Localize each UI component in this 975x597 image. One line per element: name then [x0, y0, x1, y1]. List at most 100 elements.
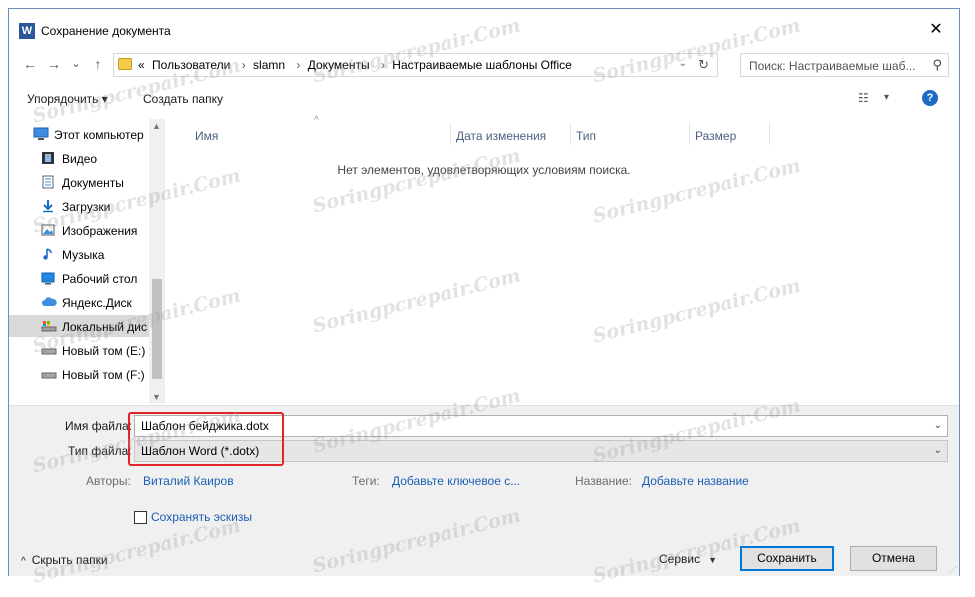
sidebar-item-label: Видео [62, 152, 98, 166]
scroll-up-icon[interactable]: ▲ [152, 121, 161, 131]
chevron-up-icon: ^ [21, 556, 26, 567]
back-arrow-icon[interactable]: ← [21, 55, 39, 73]
up-arrow-icon[interactable]: ↑ [89, 55, 107, 73]
new-folder-button[interactable]: Создать папку [143, 92, 223, 106]
title-bar: W Сохранение документа ✕ [9, 9, 959, 47]
breadcrumb-overflow[interactable]: « [138, 58, 145, 72]
resize-grip-icon[interactable]: ⋰ [949, 565, 957, 574]
breadcrumb-separator[interactable]: › [296, 58, 300, 72]
navigation-pane: Этот компьютер Видео Документы Загрузки … [9, 119, 165, 404]
chevron-down-icon[interactable]: ⌄ [934, 445, 942, 456]
title-label: Название: [575, 474, 632, 488]
filename-field[interactable]: Шаблон бейджика.dotx ⌄ [134, 415, 948, 437]
search-input[interactable]: Поиск: Настраиваемые шаб... ⚲ [740, 53, 949, 77]
sidebar-item-volume-f[interactable]: Новый том (F:) [9, 363, 149, 385]
file-list: ^ Имя Дата изменения Тип Размер Нет элем… [169, 115, 959, 407]
breadcrumb-item-templates[interactable]: Настраиваемые шаблоны Office [392, 58, 572, 72]
sidebar-item-label: Рабочий стол [62, 272, 138, 286]
sidebar-item-yandex-disk[interactable]: Яндекс.Диск [9, 291, 149, 313]
sidebar-item-documents[interactable]: Документы [9, 171, 149, 193]
column-header-type[interactable]: Тип [570, 129, 596, 153]
sidebar-item-label: Музыка [62, 248, 105, 262]
refresh-icon[interactable]: ↻ [698, 57, 709, 73]
sidebar-item-label: Документы [62, 176, 124, 190]
music-icon [41, 247, 55, 261]
address-bar[interactable]: « Пользователи › slamn › Документы › Нас… [113, 53, 718, 77]
view-dropdown-icon[interactable]: ▾ [884, 92, 889, 103]
drive-icon [41, 367, 57, 381]
sidebar-item-label: Загрузки [62, 200, 111, 214]
sidebar-item-label: Локальный дис [62, 320, 147, 334]
breadcrumb-item-users[interactable]: Пользователи [152, 58, 230, 72]
sidebar-scrollbar[interactable]: ▲ ▼ [149, 119, 165, 404]
organize-button[interactable]: Упорядочить ▾ [27, 92, 108, 106]
address-dropdown-icon[interactable]: ⌄ [679, 58, 687, 69]
authors-field[interactable]: Виталий Каиров [143, 474, 234, 488]
desktop-icon [41, 271, 55, 285]
chevron-down-icon[interactable]: ⌄ [934, 420, 942, 431]
sidebar-item-pictures[interactable]: Изображения [9, 219, 149, 241]
sidebar-item-volume-e[interactable]: Новый том (E:) [9, 339, 149, 361]
folder-icon [118, 58, 132, 70]
breadcrumb-separator[interactable]: › [242, 58, 246, 72]
sort-ascending-icon: ^ [314, 115, 319, 126]
filename-value: Шаблон бейджика.dotx [141, 419, 269, 433]
save-thumbnails-checkbox[interactable] [134, 511, 147, 524]
empty-state-message: Нет элементов, удовлетворяющих условиям … [337, 163, 631, 177]
dialog-title: Сохранение документа [41, 24, 171, 38]
sidebar-item-downloads[interactable]: Загрузки [9, 195, 149, 217]
filename-label: Имя файла: [65, 419, 132, 433]
filetype-label: Тип файла: [68, 444, 132, 458]
search-icon[interactable]: ⚲ [932, 57, 942, 73]
sidebar-item-this-pc[interactable]: Этот компьютер [9, 123, 149, 145]
chevron-down-icon: ▼ [708, 555, 718, 565]
column-divider[interactable] [769, 123, 770, 145]
hide-folders-label: Скрыть папки [31, 553, 108, 567]
sidebar-item-label: Этот компьютер [54, 128, 144, 142]
title-field[interactable]: Добавьте название [642, 474, 749, 488]
video-icon [41, 151, 55, 165]
breadcrumb-item-user[interactable]: slamn [253, 58, 285, 72]
close-icon[interactable]: ✕ [927, 21, 945, 39]
breadcrumb: « Пользователи › slamn › Документы › Нас… [138, 58, 576, 72]
sidebar-item-label: Яндекс.Диск [62, 296, 132, 310]
tools-label: Сервис [659, 552, 701, 566]
filetype-select[interactable]: Шаблон Word (*.dotx) ⌄ [134, 440, 948, 462]
cloud-icon [41, 295, 57, 309]
navigation-bar: ← → ⌄ ↑ « Пользователи › slamn › Докумен… [9, 49, 959, 79]
hide-folders-button[interactable]: ^ Скрыть папки [21, 553, 108, 567]
column-header-name[interactable]: Имя [189, 129, 218, 153]
command-bar: Упорядочить ▾ Создать папку ☷ ▾ ? [9, 85, 959, 113]
sidebar-item-desktop[interactable]: Рабочий стол [9, 267, 149, 289]
forward-arrow-icon[interactable]: → [45, 55, 63, 73]
sidebar-item-video[interactable]: Видео [9, 147, 149, 169]
save-dialog: W Сохранение документа ✕ ← → ⌄ ↑ « Польз… [8, 8, 960, 576]
documents-icon [41, 175, 55, 189]
column-header-date[interactable]: Дата изменения [450, 129, 546, 153]
recent-locations-icon[interactable]: ⌄ [67, 55, 85, 73]
tools-dropdown[interactable]: Сервис ▼ [659, 552, 717, 566]
view-options-icon[interactable]: ☷ [858, 91, 869, 105]
downloads-icon [41, 199, 55, 213]
scrollbar-thumb[interactable] [152, 279, 162, 379]
sidebar-item-local-disk[interactable]: Локальный дис [9, 315, 149, 337]
local-disk-icon [41, 319, 57, 333]
tags-field[interactable]: Добавьте ключевое с... [392, 474, 520, 488]
scroll-down-icon[interactable]: ▼ [152, 392, 161, 402]
pictures-icon [41, 223, 55, 237]
sidebar-item-label: Новый том (E:) [62, 344, 146, 358]
save-options-panel: Имя файла: Шаблон бейджика.dotx ⌄ Тип фа… [9, 405, 959, 576]
authors-label: Авторы: [86, 474, 131, 488]
save-button[interactable]: Сохранить [740, 546, 834, 571]
column-header-size[interactable]: Размер [689, 129, 736, 153]
breadcrumb-item-documents[interactable]: Документы [308, 58, 370, 72]
save-thumbnails-label[interactable]: Сохранять эскизы [151, 510, 252, 524]
word-app-icon: W [19, 23, 35, 39]
tags-label: Теги: [352, 474, 380, 488]
filetype-value: Шаблон Word (*.dotx) [141, 444, 260, 458]
help-icon[interactable]: ? [922, 90, 938, 106]
search-placeholder: Поиск: Настраиваемые шаб... [749, 59, 916, 73]
sidebar-item-music[interactable]: Музыка [9, 243, 149, 265]
breadcrumb-separator[interactable]: › [381, 58, 385, 72]
cancel-button[interactable]: Отмена [850, 546, 937, 571]
